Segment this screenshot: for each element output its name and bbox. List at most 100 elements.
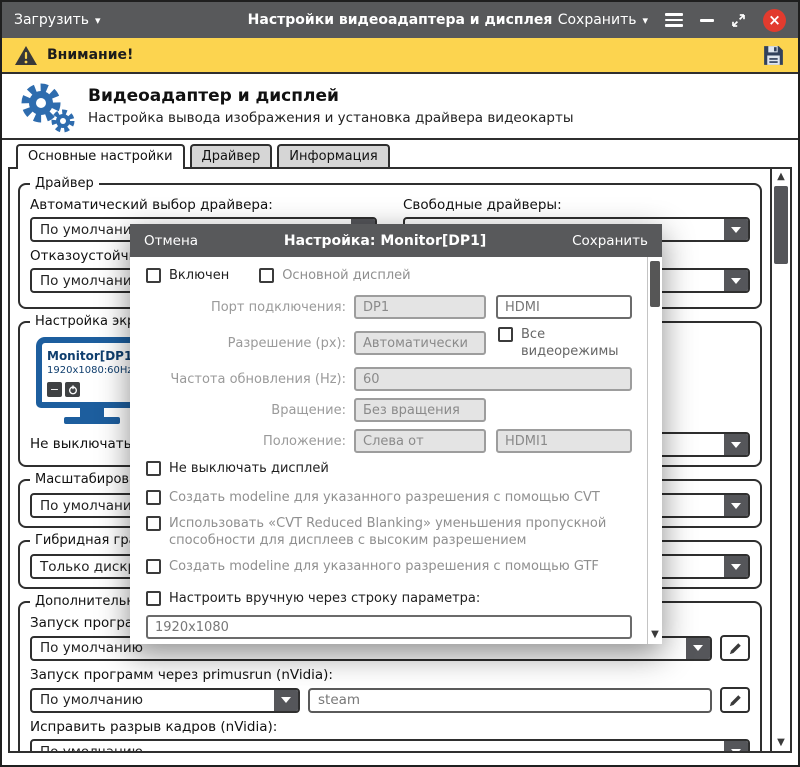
monitor-disable-button[interactable]: − (47, 382, 62, 397)
checkbox-icon (146, 591, 161, 606)
refresh-rate-row: Частота обновления (Hz): (146, 367, 632, 391)
warning-text: Внимание! (47, 47, 133, 63)
enabled-checkbox-label: Включен (169, 267, 229, 284)
floppy-icon (761, 43, 786, 68)
manual-mode-checkbox[interactable]: Настроить вручную через строку параметра… (146, 590, 632, 607)
dialog-save-button[interactable]: Сохранить (572, 233, 648, 249)
cvt-checkbox[interactable]: Создать modeline для указанного разрешен… (146, 489, 632, 506)
refresh-rate-label: Частота обновления (Hz): (146, 372, 346, 387)
enable-row: Включен Основной дисплей (146, 267, 632, 284)
port-label: Порт подключения: (146, 300, 346, 315)
header-text: Видеоадаптер и дисплей Настройка вывода … (88, 86, 574, 126)
tearfree-value: По умолчанию (32, 744, 724, 752)
maximize-button[interactable] (731, 13, 746, 28)
warning-bar: Внимание! (2, 38, 798, 74)
tab-driver[interactable]: Драйвер (190, 144, 273, 167)
close-icon: × (768, 11, 781, 29)
scroll-down-button[interactable]: ▼ (772, 738, 790, 748)
chevron-down-icon (724, 495, 748, 516)
scroll-up-button[interactable]: ▲ (772, 172, 790, 182)
power-icon (68, 385, 78, 395)
primary-display-label: Основной дисплей (282, 267, 410, 284)
monitor-name: Monitor[DP1] (47, 349, 137, 363)
main-menu-button[interactable] (665, 13, 683, 27)
arrow-down-icon: ▼ (777, 738, 785, 748)
tearfree-select[interactable]: По умолчанию (30, 739, 750, 751)
chevron-down-icon (724, 556, 748, 577)
gears-icon (16, 79, 76, 133)
dialog-scroll-down-button[interactable]: ▼ (648, 625, 662, 641)
tab-bar: Основные настройки Драйвер Информация (2, 140, 798, 167)
port-input (354, 295, 486, 319)
resolution-row: Разрешение (px): Все видеорежимы (146, 326, 632, 360)
port-custom-input[interactable] (496, 295, 632, 319)
primary-display-checkbox[interactable]: Основной дисплей (259, 267, 410, 284)
monitor-power-button[interactable] (65, 382, 80, 397)
page-subtitle: Настройка вывода изображения и установка… (88, 110, 574, 126)
tab-main-settings[interactable]: Основные настройки (16, 144, 185, 169)
cvt-rb-checkbox[interactable]: Использовать «CVT Reduced Blanking» умен… (146, 515, 632, 549)
window-title: Настройки видеоадаптера и дисплея (248, 12, 553, 28)
checkbox-icon (146, 516, 161, 531)
position-target-input (496, 429, 632, 453)
rotation-row: Вращение: (146, 398, 632, 422)
close-button[interactable]: × (763, 9, 786, 32)
primusrun-select[interactable]: По умолчанию (30, 688, 300, 713)
optirun-edit-button[interactable] (720, 635, 750, 661)
primusrun-row: По умолчанию (30, 687, 750, 713)
tab-info[interactable]: Информация (277, 144, 389, 167)
gtf-checkbox[interactable]: Создать modeline для указанного разрешен… (146, 558, 632, 575)
dialog-header: Отмена Настройка: Monitor[DP1] Сохранить (130, 224, 662, 257)
position-label: Положение: (146, 434, 346, 449)
all-modes-checkbox[interactable]: Все видеорежимы (498, 326, 632, 360)
chevron-down-icon (686, 638, 710, 659)
monitor-settings-dialog: Отмена Настройка: Monitor[DP1] Сохранить… (130, 224, 662, 644)
port-row: Порт подключения: (146, 295, 632, 319)
checkbox-icon (146, 490, 161, 505)
rotation-label: Вращение: (146, 403, 346, 418)
keep-on-checkbox[interactable]: Не выключать дисплей (146, 460, 632, 477)
minimize-button[interactable] (700, 19, 714, 22)
gtf-checkbox-label: Создать modeline для указанного разрешен… (169, 558, 599, 575)
dialog-scrollbar[interactable]: ▼ (647, 257, 662, 644)
checkbox-icon (498, 327, 513, 342)
keep-on-checkbox-label: Не выключать дисплей (169, 460, 329, 477)
chevron-down-icon (274, 690, 298, 711)
checkbox-icon (146, 268, 161, 283)
tearfree-row: По умолчанию (30, 739, 750, 751)
load-menu-button[interactable]: Загрузить ▾ (14, 12, 101, 28)
driver-group-legend: Драйвер (30, 176, 99, 191)
save-config-button[interactable] (761, 43, 786, 68)
chevron-down-icon (724, 741, 748, 751)
cvt-checkbox-label: Создать modeline для указанного разрешен… (169, 489, 600, 506)
primusrun-app-input[interactable] (308, 688, 712, 713)
hamburger-icon (665, 13, 683, 27)
chevron-down-icon (724, 434, 748, 455)
resolution-label: Разрешение (px): (146, 336, 346, 351)
monitor-base (64, 417, 120, 424)
titlebar: Загрузить ▾ Настройки видеоадаптера и ди… (2, 2, 798, 38)
rotation-input (354, 398, 486, 422)
monitor-mode: 1920x1080:60Hz (47, 365, 137, 376)
cvt-rb-checkbox-label: Использовать «CVT Reduced Blanking» умен… (169, 515, 632, 549)
checkbox-icon (146, 461, 161, 476)
monitor-buttons: − (47, 382, 137, 397)
primusrun-value: По умолчанию (32, 692, 274, 708)
scrollbar-thumb[interactable] (774, 186, 788, 264)
page-title: Видеоадаптер и дисплей (88, 86, 574, 106)
primusrun-edit-button[interactable] (720, 687, 750, 713)
refresh-rate-input (354, 367, 632, 391)
all-modes-label: Все видеорежимы (521, 326, 632, 360)
minimize-icon (700, 19, 714, 22)
checkbox-icon (146, 559, 161, 574)
save-menu-button[interactable]: Сохранить ▾ (558, 12, 648, 28)
app-header: Видеоадаптер и дисплей Настройка вывода … (2, 74, 798, 140)
minus-icon: − (50, 383, 59, 396)
chevron-down-icon (724, 219, 748, 240)
enabled-checkbox[interactable]: Включен (146, 267, 229, 284)
dialog-cancel-button[interactable]: Отмена (144, 233, 198, 249)
main-scrollbar[interactable]: ▲ ▼ (770, 169, 790, 751)
manual-mode-input[interactable] (146, 615, 632, 639)
dialog-scrollbar-thumb[interactable] (650, 261, 660, 307)
checkbox-icon (259, 268, 274, 283)
